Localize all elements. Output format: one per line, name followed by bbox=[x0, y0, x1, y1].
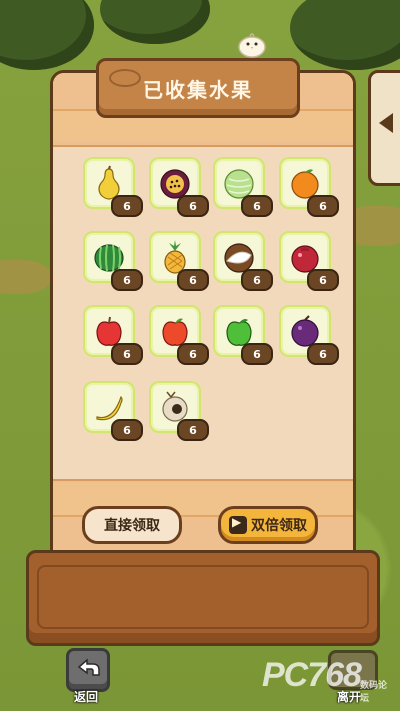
fruit-count-badge: 6 bbox=[177, 269, 209, 291]
fruit-count-badge: 6 bbox=[177, 195, 209, 217]
chevron-left-icon bbox=[379, 113, 393, 133]
fruit-tile[interactable]: 6 bbox=[213, 157, 273, 217]
direct-collect-button[interactable]: 直接领取 bbox=[82, 506, 182, 544]
site-watermark: PC768 数码论坛 bbox=[262, 656, 394, 703]
fruit-tile[interactable]: 6 bbox=[83, 157, 143, 217]
double-collect-button[interactable]: 双倍领取 bbox=[218, 506, 318, 544]
fruit-tile[interactable]: 6 bbox=[279, 157, 339, 217]
fruit-tile[interactable]: 6 bbox=[83, 381, 143, 441]
back-button[interactable]: 返回 bbox=[62, 648, 110, 704]
video-play-icon bbox=[229, 515, 247, 534]
panel-title-sign: 已收集水果 bbox=[96, 58, 300, 118]
dirt-patch bbox=[0, 260, 50, 294]
watermark-sub: 数码论坛 bbox=[360, 680, 388, 703]
fruit-tile[interactable]: 6 bbox=[149, 305, 209, 365]
fruit-tile[interactable]: 6 bbox=[83, 231, 143, 291]
fruit-count-badge: 6 bbox=[307, 343, 339, 365]
fruit-count-badge: 6 bbox=[177, 343, 209, 365]
fruit-count-badge: 6 bbox=[241, 343, 273, 365]
fruit-count-badge: 6 bbox=[111, 195, 143, 217]
return-arrow-icon bbox=[66, 648, 110, 692]
fruit-count-badge: 6 bbox=[111, 343, 143, 365]
fruit-count-badge: 6 bbox=[111, 269, 143, 291]
chick-icon bbox=[236, 32, 268, 58]
wooden-crate bbox=[26, 550, 380, 646]
fruit-count-badge: 6 bbox=[177, 419, 209, 441]
fruit-tile[interactable]: 6 bbox=[279, 305, 339, 365]
fruit-count-badge: 6 bbox=[307, 269, 339, 291]
fruit-tile[interactable]: 6 bbox=[149, 231, 209, 291]
watermark-brand: PC768 bbox=[262, 656, 362, 694]
fruit-tile[interactable]: 6 bbox=[213, 231, 273, 291]
fruit-tile[interactable]: 6 bbox=[149, 381, 209, 441]
fruit-count-badge: 6 bbox=[241, 269, 273, 291]
fruit-count-badge: 6 bbox=[307, 195, 339, 217]
back-label: 返回 bbox=[73, 690, 98, 704]
fruit-tile[interactable]: 6 bbox=[83, 305, 143, 365]
fruit-grid-area: 6 6 6 6 6 6 6 6 6 6 6 6 6 6 bbox=[63, 153, 343, 473]
fruit-count-badge: 6 bbox=[241, 195, 273, 217]
fruit-tile[interactable]: 6 bbox=[279, 231, 339, 291]
fruit-tile[interactable]: 6 bbox=[213, 305, 273, 365]
side-drawer-tab[interactable] bbox=[368, 70, 400, 186]
panel-title: 已收集水果 bbox=[143, 77, 253, 102]
fruit-grid: 6 6 6 6 6 6 6 6 6 6 6 6 6 6 bbox=[63, 153, 343, 453]
direct-collect-label: 直接领取 bbox=[104, 518, 160, 534]
fruit-count-badge: 6 bbox=[111, 419, 143, 441]
collected-fruits-panel: 6 6 6 6 6 6 6 6 6 6 6 6 6 6 bbox=[50, 70, 356, 576]
fruit-tile[interactable]: 6 bbox=[149, 157, 209, 217]
double-collect-label: 双倍领取 bbox=[251, 518, 307, 534]
